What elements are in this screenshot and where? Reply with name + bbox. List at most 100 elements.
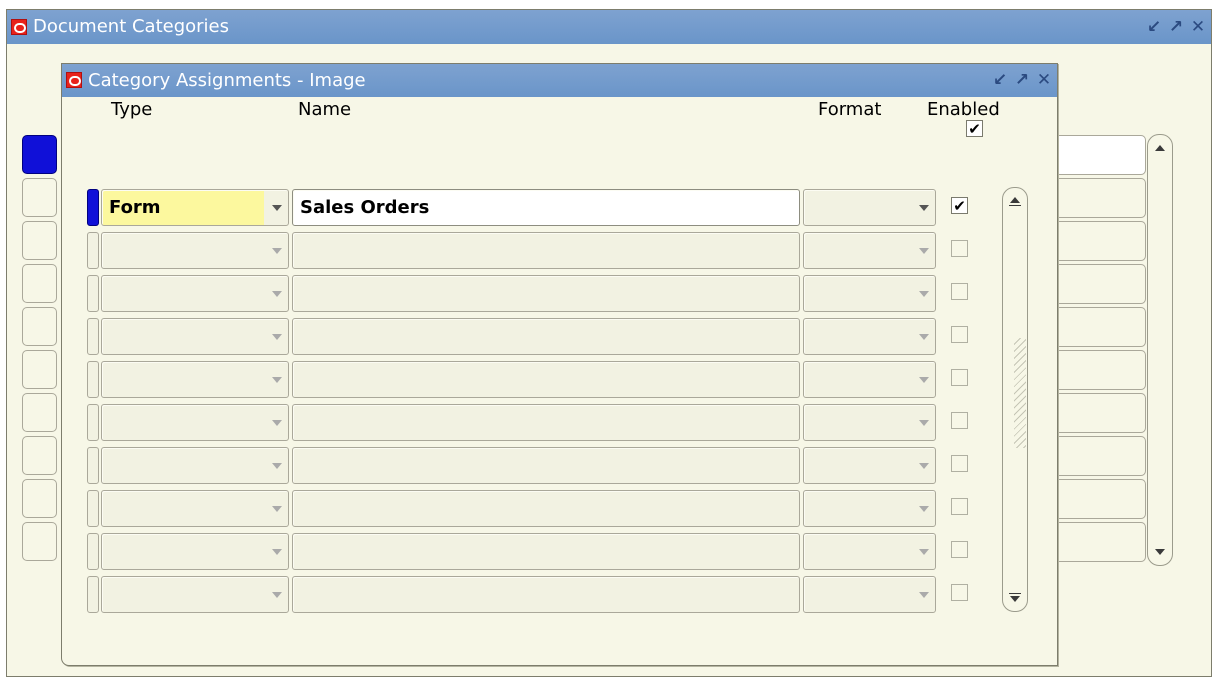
format-select[interactable] [803, 232, 936, 269]
chevron-down-icon[interactable] [919, 291, 929, 297]
enabled-checkbox[interactable] [951, 498, 968, 515]
format-select[interactable] [803, 490, 936, 527]
row-indicator[interactable] [87, 447, 99, 484]
row-indicator[interactable] [87, 189, 99, 226]
name-field[interactable] [292, 490, 800, 527]
chevron-down-icon[interactable] [272, 463, 282, 469]
chevron-down-icon[interactable] [272, 420, 282, 426]
chevron-down-icon[interactable] [272, 506, 282, 512]
enabled-checkbox[interactable] [951, 455, 968, 472]
outer-record-field[interactable] [1058, 479, 1146, 519]
outer-titlebar[interactable]: Document Categories ↙ ↗ ✕ [7, 10, 1211, 44]
chevron-down-icon[interactable] [919, 334, 929, 340]
scroll-thumb[interactable] [1014, 338, 1026, 448]
type-select[interactable] [101, 490, 289, 527]
row-indicator[interactable] [87, 275, 99, 312]
row-indicator[interactable] [87, 232, 99, 269]
format-select[interactable] [803, 275, 936, 312]
chevron-down-icon[interactable] [272, 334, 282, 340]
outer-record-indicator[interactable] [22, 135, 57, 174]
chevron-down-icon[interactable] [272, 592, 282, 598]
outer-record-indicator[interactable] [22, 307, 57, 346]
format-select[interactable] [803, 533, 936, 570]
minimize-icon[interactable]: ↙ [1145, 10, 1163, 44]
outer-record-indicator[interactable] [22, 393, 57, 432]
scroll-down-icon[interactable] [1010, 596, 1020, 602]
type-select[interactable]: Form [101, 189, 289, 226]
row-indicator[interactable] [87, 361, 99, 398]
format-select[interactable] [803, 576, 936, 613]
name-field[interactable] [292, 318, 800, 355]
type-select[interactable] [101, 318, 289, 355]
header-checkbox[interactable]: ✔ [966, 120, 983, 137]
enabled-checkbox[interactable] [951, 240, 968, 257]
outer-record-indicator[interactable] [22, 221, 57, 260]
row-indicator[interactable] [87, 533, 99, 570]
chevron-down-icon[interactable] [919, 420, 929, 426]
inner-scrollbar[interactable] [1002, 187, 1028, 612]
type-select[interactable] [101, 232, 289, 269]
enabled-checkbox[interactable] [951, 283, 968, 300]
chevron-down-icon[interactable] [919, 377, 929, 383]
outer-record-field[interactable] [1058, 350, 1146, 390]
name-field[interactable] [292, 232, 800, 269]
row-indicator[interactable] [87, 404, 99, 441]
type-select[interactable] [101, 447, 289, 484]
row-indicator[interactable] [87, 490, 99, 527]
outer-record-indicator[interactable] [22, 479, 57, 518]
outer-record-field[interactable] [1058, 264, 1146, 304]
row-indicator[interactable] [87, 576, 99, 613]
name-field[interactable]: Sales Orders [292, 189, 800, 226]
format-select[interactable] [803, 404, 936, 441]
outer-record-field[interactable] [1058, 393, 1146, 433]
type-select[interactable] [101, 533, 289, 570]
row-indicator[interactable] [87, 318, 99, 355]
scroll-up-icon[interactable] [1155, 145, 1165, 151]
minimize-icon[interactable]: ↙ [991, 64, 1009, 97]
chevron-down-icon[interactable] [272, 248, 282, 254]
maximize-icon[interactable]: ↗ [1013, 64, 1031, 97]
outer-record-field[interactable] [1058, 178, 1146, 218]
outer-record-field[interactable] [1058, 436, 1146, 476]
chevron-down-icon[interactable] [919, 506, 929, 512]
enabled-checkbox[interactable] [951, 369, 968, 386]
outer-record-indicator[interactable] [22, 436, 57, 475]
name-field[interactable] [292, 447, 800, 484]
chevron-down-icon[interactable] [919, 463, 929, 469]
scroll-up-icon[interactable] [1010, 197, 1020, 203]
type-select[interactable] [101, 576, 289, 613]
enabled-checkbox[interactable] [951, 541, 968, 558]
outer-scrollbar[interactable] [1147, 134, 1173, 566]
outer-record-indicator[interactable] [22, 350, 57, 389]
outer-record-indicator[interactable] [22, 178, 57, 217]
outer-record-indicator[interactable] [22, 522, 57, 561]
enabled-checkbox[interactable] [951, 326, 968, 343]
maximize-icon[interactable]: ↗ [1167, 10, 1185, 44]
chevron-down-icon[interactable] [272, 205, 282, 211]
outer-record-field[interactable] [1058, 135, 1146, 175]
name-field[interactable] [292, 404, 800, 441]
name-field[interactable] [292, 533, 800, 570]
format-select[interactable] [803, 318, 936, 355]
type-select[interactable] [101, 404, 289, 441]
chevron-down-icon[interactable] [272, 291, 282, 297]
type-select[interactable] [101, 275, 289, 312]
name-field[interactable] [292, 361, 800, 398]
type-select[interactable] [101, 361, 289, 398]
close-icon[interactable]: ✕ [1189, 10, 1207, 44]
chevron-down-icon[interactable] [919, 248, 929, 254]
chevron-down-icon[interactable] [272, 549, 282, 555]
inner-titlebar[interactable]: Category Assignments - Image ↙ ↗ ✕ [62, 64, 1057, 97]
outer-record-field[interactable] [1058, 307, 1146, 347]
scroll-down-icon[interactable] [1155, 549, 1165, 555]
format-select[interactable] [803, 447, 936, 484]
format-select[interactable] [803, 189, 936, 226]
enabled-checkbox[interactable] [951, 584, 968, 601]
enabled-checkbox[interactable]: ✔ [951, 197, 968, 214]
outer-record-indicator[interactable] [22, 264, 57, 303]
name-field[interactable] [292, 275, 800, 312]
outer-record-field[interactable] [1058, 221, 1146, 261]
enabled-checkbox[interactable] [951, 412, 968, 429]
outer-record-field[interactable] [1058, 522, 1146, 562]
close-icon[interactable]: ✕ [1035, 64, 1053, 97]
